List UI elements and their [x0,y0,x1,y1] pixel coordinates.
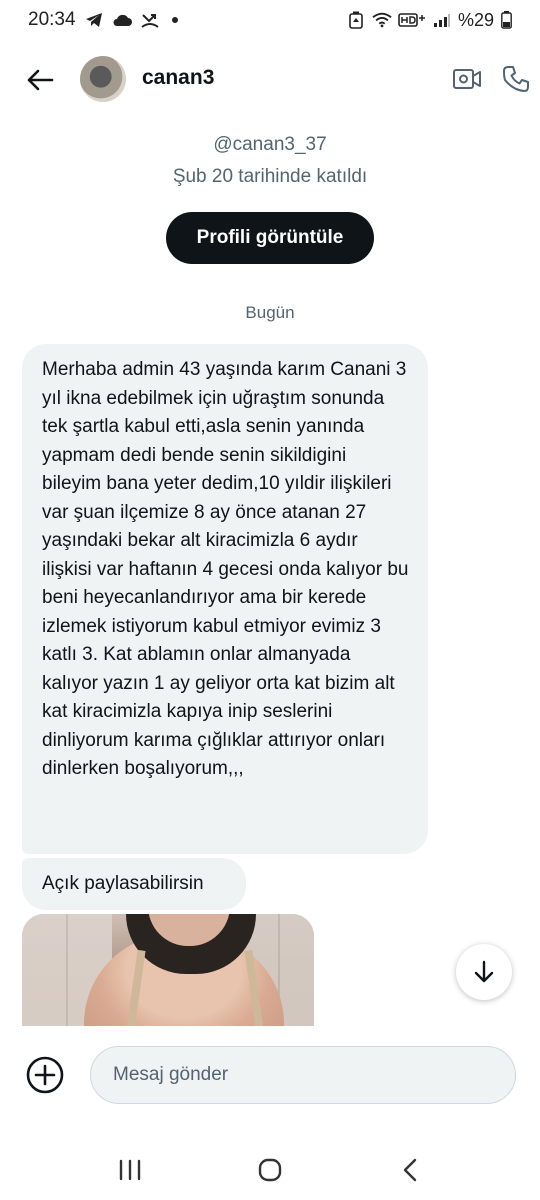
home-icon [258,1158,282,1182]
video-call-button[interactable] [450,64,484,94]
conversation-name[interactable]: canan3 [142,66,214,90]
back-nav-button[interactable] [380,1145,440,1195]
signal-icon [432,10,452,30]
notification-dot-icon [171,17,178,23]
add-attachment-button[interactable] [24,1054,66,1096]
missed-call-icon [140,10,160,30]
message-bubble[interactable]: Merhaba admin 43 yaşında karım Canani 3 … [22,344,428,854]
message-text: Merhaba admin 43 yaşında karım Canani 3 … [42,359,409,779]
message-composer [0,1026,540,1126]
home-button[interactable] [240,1145,300,1195]
avatar[interactable] [80,56,126,102]
profile-handle: @canan3_37 [213,134,327,155]
arrow-down-icon [474,960,494,983]
scroll-to-bottom-button[interactable] [456,944,512,1000]
voice-call-button[interactable] [500,63,532,95]
video-camera-icon [453,69,481,89]
arrow-left-icon [27,69,54,91]
wifi-icon [372,10,392,30]
message-text: Açık paylasabilirsin [42,873,204,894]
telegram-icon [84,10,104,30]
battery-icon [500,10,512,30]
battery-percent: %29 [457,9,494,30]
recent-apps-icon [119,1159,141,1181]
plus-circle-icon [26,1056,64,1094]
chevron-left-icon [403,1158,417,1182]
status-bar: 20:34 %29 [0,0,540,40]
message-input[interactable] [90,1046,516,1104]
profile-joined-date: Şub 20 tarihinde katıldı [172,166,368,187]
message-bubble[interactable]: Açık paylasabilirsin [22,858,246,910]
back-button[interactable] [24,64,56,96]
status-time: 20:34 [28,9,76,30]
message-photo[interactable] [22,914,314,1026]
system-navigation-bar [0,1140,540,1200]
conversation-header: canan3 [0,46,540,112]
battery-saver-icon [346,10,366,30]
view-profile-button[interactable]: Profili görüntüle [166,212,374,264]
date-separator: Bugün [245,303,295,322]
phone-icon [503,66,529,92]
recent-apps-button[interactable] [100,1145,160,1195]
cloud-icon [112,10,132,30]
hd-voice-icon [398,10,426,30]
